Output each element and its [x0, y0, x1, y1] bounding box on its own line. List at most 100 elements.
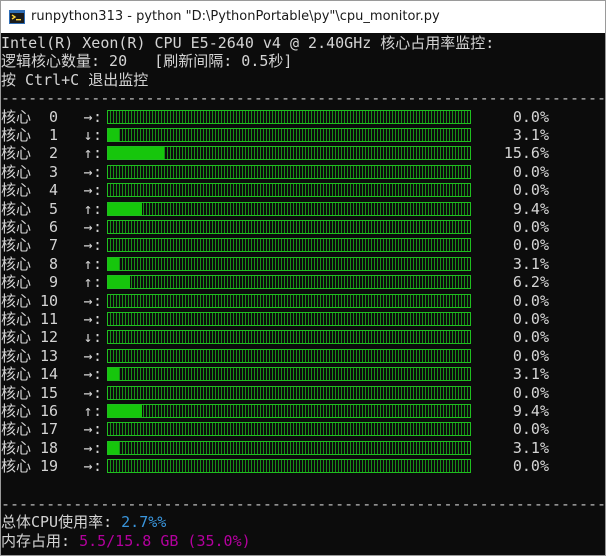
core-colon: : [93, 162, 103, 181]
core-label: 核心 9 [1, 273, 59, 292]
core-label: 核心 15 [1, 383, 59, 402]
core-usage-fill [108, 405, 142, 417]
core-row: 核心 9 ↑:6.2% [1, 273, 605, 291]
core-colon: : [93, 144, 103, 163]
window-title: runpython313 - python "D:\PythonPortable… [31, 9, 440, 24]
core-percent: 0.0% [512, 236, 549, 255]
core-count-line: 逻辑核心数量: 20 [刷新间隔: 0.5秒] [1, 52, 293, 71]
core-usage-fill [108, 129, 119, 141]
core-row: 核心 11 →:0.0% [1, 310, 605, 328]
core-usage-bar [107, 348, 471, 363]
core-row: 核心 5 ↑:9.4% [1, 200, 605, 218]
core-row: 核心 1 ↓:3.1% [1, 126, 605, 144]
separator-bottom: ----------------------------------------… [1, 495, 605, 513]
core-usage-fill [108, 257, 119, 270]
core-colon: : [93, 383, 103, 402]
core-label: 核心 2 [1, 144, 59, 163]
core-colon: : [93, 365, 103, 384]
memory-value: 5.5/15.8 GB (35.0%) [79, 531, 251, 550]
core-row: 核心 8 ↑:3.1% [1, 255, 605, 273]
core-row: 核心 17 →:0.0% [1, 420, 605, 438]
core-label: 核心 14 [1, 365, 59, 384]
core-usage-bar [107, 220, 471, 234]
core-percent: 0.0% [512, 291, 549, 310]
core-label: 核心 13 [1, 346, 59, 365]
core-usage-bar [107, 238, 471, 253]
core-usage-fill [108, 276, 130, 289]
core-colon: : [93, 107, 103, 126]
core-colon: : [93, 254, 103, 273]
core-label: 核心 1 [1, 126, 59, 144]
core-percent: 0.0% [512, 310, 549, 328]
core-colon: : [93, 346, 103, 365]
core-colon: : [93, 126, 103, 144]
core-row: 核心 10 →:0.0% [1, 292, 605, 310]
core-label: 核心 4 [1, 181, 59, 200]
core-label: 核心 7 [1, 236, 59, 255]
core-usage-bar [107, 109, 471, 124]
core-row: 核心 16 ↑:9.4% [1, 402, 605, 420]
core-colon: : [93, 438, 103, 457]
core-colon: : [93, 457, 103, 476]
core-row: 核心 13 →:0.0% [1, 347, 605, 365]
core-label: 核心 10 [1, 291, 59, 310]
core-label: 核心 16 [1, 402, 59, 420]
core-percent: 3.1% [512, 438, 549, 457]
core-percent: 0.0% [512, 457, 549, 476]
core-colon: : [93, 402, 103, 420]
core-usage-bar [107, 256, 471, 271]
core-label: 核心 6 [1, 218, 59, 236]
core-row: 核心 0 →:0.0% [1, 108, 605, 126]
title-bar[interactable]: runpython313 - python "D:\PythonPortable… [1, 1, 605, 33]
core-row: 核心 19 →:0.0% [1, 457, 605, 475]
total-cpu-value: 2.7%% [121, 513, 167, 532]
core-percent: 15.6% [503, 144, 549, 163]
memory-line: 内存占用: 5.5/15.8 GB (35.0%) [1, 532, 251, 550]
core-percent: 3.1% [512, 365, 549, 384]
core-colon: : [93, 328, 103, 347]
core-percent: 0.0% [512, 420, 549, 439]
core-usage-bar [107, 201, 471, 216]
total-cpu-label: 总体CPU使用率: [1, 513, 122, 532]
memory-label: 内存占用: [1, 531, 80, 550]
core-row: 核心 3 →:0.0% [1, 163, 605, 181]
console-output[interactable]: Intel(R) Xeon(R) CPU E5-2640 v4 @ 2.40GH… [1, 33, 605, 555]
core-percent: 0.0% [512, 346, 549, 365]
separator-top: ----------------------------------------… [1, 89, 605, 108]
core-colon: : [93, 181, 103, 200]
core-percent: 0.0% [512, 181, 549, 200]
core-usage-fill [108, 368, 119, 381]
core-percent: 0.0% [512, 162, 549, 181]
core-row: 核心 7 →:0.0% [1, 236, 605, 254]
core-usage-bar [107, 128, 471, 142]
core-label: 核心 3 [1, 162, 59, 181]
core-usage-bar [107, 330, 471, 345]
core-colon: : [93, 218, 103, 236]
core-percent: 0.0% [512, 107, 549, 126]
core-label: 核心 0 [1, 107, 59, 126]
core-usage-bar [107, 275, 471, 290]
core-colon: : [93, 310, 103, 328]
core-usage-bar [107, 164, 471, 179]
cpu-model-line: Intel(R) Xeon(R) CPU E5-2640 v4 @ 2.40GH… [1, 34, 495, 52]
core-usage-bar [107, 183, 471, 198]
core-row: 核心 12 ↓:0.0% [1, 328, 605, 346]
core-colon: : [93, 291, 103, 310]
core-row: 核心 4 →:0.0% [1, 181, 605, 199]
core-usage-bar [107, 293, 471, 308]
core-colon: : [93, 420, 103, 439]
core-usage-bar [107, 422, 471, 437]
python-console-icon [9, 10, 25, 24]
total-cpu-line: 总体CPU使用率: 2.7%% [1, 513, 166, 531]
core-row: 核心 2 ↑:15.6% [1, 144, 605, 162]
core-row: 核心 18 →:3.1% [1, 439, 605, 457]
core-usage-bar [107, 385, 471, 400]
core-percent: 9.4% [512, 402, 549, 420]
core-label: 核心 11 [1, 310, 59, 328]
core-usage-fill [108, 441, 119, 454]
core-usage-bar [107, 440, 471, 455]
core-percent: 0.0% [512, 383, 549, 402]
core-colon: : [93, 199, 103, 218]
core-colon: : [93, 236, 103, 255]
core-row: 核心 14 →:3.1% [1, 365, 605, 383]
